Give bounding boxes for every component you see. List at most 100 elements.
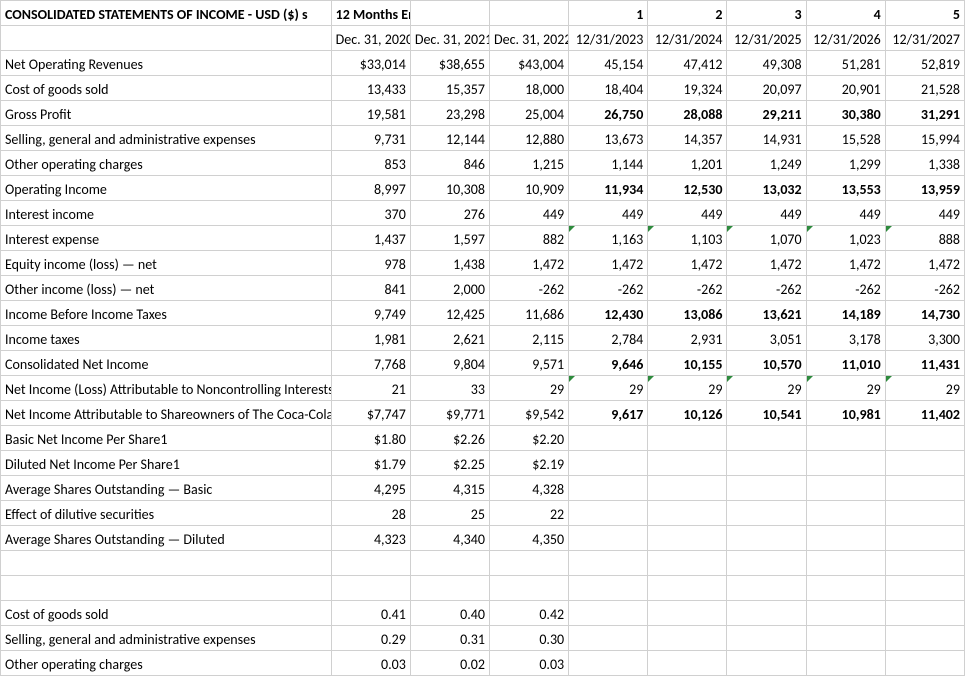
value-cell[interactable]: 1,201 bbox=[648, 151, 727, 176]
value-cell[interactable] bbox=[489, 576, 568, 601]
value-cell[interactable] bbox=[569, 526, 648, 551]
value-cell[interactable]: 13,959 bbox=[885, 176, 964, 201]
value-cell[interactable] bbox=[885, 551, 964, 576]
proj-num[interactable]: 4 bbox=[806, 1, 885, 26]
value-cell[interactable]: 841 bbox=[331, 276, 410, 301]
value-cell[interactable] bbox=[885, 576, 964, 601]
date-header[interactable]: 12/31/2027 bbox=[885, 26, 964, 51]
value-cell[interactable]: 882 bbox=[489, 226, 568, 251]
value-cell[interactable]: 2,000 bbox=[410, 276, 489, 301]
value-cell[interactable]: 449 bbox=[806, 201, 885, 226]
value-cell[interactable]: 9,749 bbox=[331, 301, 410, 326]
value-cell[interactable]: 21 bbox=[331, 376, 410, 401]
row-label[interactable] bbox=[1, 551, 332, 576]
value-cell[interactable]: 0.29 bbox=[331, 626, 410, 651]
value-cell[interactable]: 853 bbox=[331, 151, 410, 176]
value-cell[interactable] bbox=[648, 426, 727, 451]
value-cell[interactable]: 10,126 bbox=[648, 401, 727, 426]
value-cell[interactable] bbox=[569, 626, 648, 651]
value-cell[interactable]: 29 bbox=[727, 376, 806, 401]
value-cell[interactable]: 0.31 bbox=[410, 626, 489, 651]
value-cell[interactable]: 30,380 bbox=[806, 101, 885, 126]
value-cell[interactable] bbox=[569, 501, 648, 526]
value-cell[interactable] bbox=[885, 626, 964, 651]
value-cell[interactable]: 1,437 bbox=[331, 226, 410, 251]
value-cell[interactable]: 0.30 bbox=[489, 626, 568, 651]
value-cell[interactable]: 25,004 bbox=[489, 101, 568, 126]
value-cell[interactable]: 28 bbox=[331, 501, 410, 526]
value-cell[interactable]: 10,541 bbox=[727, 401, 806, 426]
value-cell[interactable]: -262 bbox=[885, 276, 964, 301]
value-cell[interactable]: $2.25 bbox=[410, 451, 489, 476]
value-cell[interactable] bbox=[648, 576, 727, 601]
value-cell[interactable]: 29 bbox=[569, 376, 648, 401]
value-cell[interactable] bbox=[806, 451, 885, 476]
value-cell[interactable]: 3,300 bbox=[885, 326, 964, 351]
value-cell[interactable]: 25 bbox=[410, 501, 489, 526]
value-cell[interactable]: 1,144 bbox=[569, 151, 648, 176]
date-header[interactable]: Dec. 31, 2021 bbox=[410, 26, 489, 51]
value-cell[interactable]: 2,621 bbox=[410, 326, 489, 351]
value-cell[interactable]: 11,010 bbox=[806, 351, 885, 376]
value-cell[interactable] bbox=[727, 476, 806, 501]
value-cell[interactable]: 8,997 bbox=[331, 176, 410, 201]
value-cell[interactable]: 12,430 bbox=[569, 301, 648, 326]
value-cell[interactable]: 51,281 bbox=[806, 51, 885, 76]
row-label[interactable] bbox=[1, 576, 332, 601]
row-label[interactable]: Cost of goods sold bbox=[1, 601, 332, 626]
value-cell[interactable]: 31,291 bbox=[885, 101, 964, 126]
date-header[interactable]: 12/31/2026 bbox=[806, 26, 885, 51]
value-cell[interactable]: -262 bbox=[489, 276, 568, 301]
value-cell[interactable] bbox=[727, 651, 806, 676]
value-cell[interactable]: 1,338 bbox=[885, 151, 964, 176]
value-cell[interactable]: $9,542 bbox=[489, 401, 568, 426]
value-cell[interactable]: 21,528 bbox=[885, 76, 964, 101]
value-cell[interactable]: 29 bbox=[648, 376, 727, 401]
value-cell[interactable]: 33 bbox=[410, 376, 489, 401]
row-label[interactable]: Effect of dilutive securities bbox=[1, 501, 332, 526]
value-cell[interactable] bbox=[331, 551, 410, 576]
value-cell[interactable]: 49,308 bbox=[727, 51, 806, 76]
value-cell[interactable] bbox=[727, 451, 806, 476]
value-cell[interactable]: 7,768 bbox=[331, 351, 410, 376]
value-cell[interactable]: 23,298 bbox=[410, 101, 489, 126]
value-cell[interactable]: 1,472 bbox=[885, 251, 964, 276]
value-cell[interactable] bbox=[885, 651, 964, 676]
value-cell[interactable]: 3,051 bbox=[727, 326, 806, 351]
date-header[interactable]: Dec. 31, 2020 bbox=[331, 26, 410, 51]
cell[interactable] bbox=[410, 1, 489, 26]
title-cell[interactable]: CONSOLIDATED STATEMENTS OF INCOME - USD … bbox=[1, 1, 332, 26]
value-cell[interactable]: 14,189 bbox=[806, 301, 885, 326]
value-cell[interactable]: 20,901 bbox=[806, 76, 885, 101]
value-cell[interactable]: 9,617 bbox=[569, 401, 648, 426]
value-cell[interactable]: 11,686 bbox=[489, 301, 568, 326]
value-cell[interactable] bbox=[648, 451, 727, 476]
value-cell[interactable]: 846 bbox=[410, 151, 489, 176]
date-header[interactable]: 12/31/2024 bbox=[648, 26, 727, 51]
value-cell[interactable]: 9,646 bbox=[569, 351, 648, 376]
value-cell[interactable]: 449 bbox=[489, 201, 568, 226]
value-cell[interactable]: 1,981 bbox=[331, 326, 410, 351]
value-cell[interactable] bbox=[331, 576, 410, 601]
row-label[interactable]: Net Operating Revenues bbox=[1, 51, 332, 76]
value-cell[interactable]: $2.20 bbox=[489, 426, 568, 451]
value-cell[interactable]: 2,784 bbox=[569, 326, 648, 351]
value-cell[interactable] bbox=[727, 501, 806, 526]
row-label[interactable]: Interest income bbox=[1, 201, 332, 226]
value-cell[interactable]: $1.80 bbox=[331, 426, 410, 451]
row-label[interactable]: Selling, general and administrative expe… bbox=[1, 126, 332, 151]
period-cell[interactable]: 12 Months Ended bbox=[331, 1, 410, 26]
proj-num[interactable]: 5 bbox=[885, 1, 964, 26]
value-cell[interactable]: 29 bbox=[885, 376, 964, 401]
row-label[interactable]: Net Income Attributable to Shareowners o… bbox=[1, 401, 332, 426]
value-cell[interactable]: 0.42 bbox=[489, 601, 568, 626]
value-cell[interactable]: 47,412 bbox=[648, 51, 727, 76]
value-cell[interactable]: 10,308 bbox=[410, 176, 489, 201]
value-cell[interactable] bbox=[569, 476, 648, 501]
value-cell[interactable] bbox=[648, 551, 727, 576]
value-cell[interactable]: 1,215 bbox=[489, 151, 568, 176]
value-cell[interactable] bbox=[648, 476, 727, 501]
value-cell[interactable]: 2,115 bbox=[489, 326, 568, 351]
value-cell[interactable]: 1,299 bbox=[806, 151, 885, 176]
value-cell[interactable]: 45,154 bbox=[569, 51, 648, 76]
